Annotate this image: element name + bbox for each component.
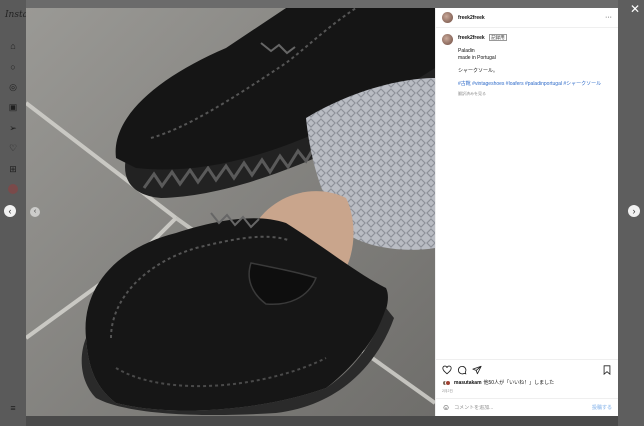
post-username[interactable]: freek2freek: [458, 15, 485, 21]
post-actions: [436, 359, 618, 379]
comment-input[interactable]: [454, 404, 592, 411]
translate-link[interactable]: 翻訳済みを見る: [458, 90, 601, 97]
explore-icon[interactable]: ◎: [8, 82, 18, 92]
emoji-icon[interactable]: ☺: [442, 403, 450, 412]
profile-avatar[interactable]: [8, 184, 18, 194]
menu-icon[interactable]: ≡: [8, 403, 18, 413]
likes-username[interactable]: masutakam: [454, 380, 482, 386]
reels-icon[interactable]: ▣: [8, 102, 18, 112]
shoe-photo-image: [26, 8, 435, 416]
caption: freek2freek 記録用 Paladin made in Portugal…: [436, 28, 618, 97]
post-comment-button[interactable]: 投稿する: [592, 404, 612, 411]
post-photo: ‹: [26, 8, 435, 416]
heart-icon[interactable]: ♡: [8, 143, 18, 153]
bookmark-icon[interactable]: [602, 364, 612, 375]
post-header: freek2freek ···: [436, 8, 618, 28]
photo-previous-button[interactable]: ‹: [30, 207, 40, 217]
post-modal: ‹ freek2freek ··· freek2freek 記録用 Paladi…: [26, 8, 618, 416]
messages-icon[interactable]: ➢: [8, 123, 18, 133]
caption-line-2: made in Portugal: [458, 55, 496, 61]
edited-badge: 記録用: [489, 34, 507, 41]
create-icon[interactable]: ⊞: [8, 164, 18, 174]
search-icon[interactable]: ○: [8, 62, 18, 72]
caption-avatar[interactable]: [442, 34, 453, 45]
background-thumbnails: [26, 416, 618, 426]
avatar[interactable]: [442, 12, 453, 23]
caption-line-1: Paladin: [458, 48, 475, 54]
caption-japanese: シャークソール。: [458, 68, 499, 74]
previous-post-button[interactable]: ‹: [4, 205, 16, 217]
home-icon[interactable]: ⌂: [8, 41, 18, 51]
caption-body: freek2freek 記録用 Paladin made in Portugal…: [458, 34, 601, 97]
comment-icon[interactable]: [457, 365, 467, 375]
close-icon[interactable]: ✕: [630, 2, 640, 16]
like-heart-icon[interactable]: [442, 365, 452, 375]
share-icon[interactable]: [472, 365, 482, 375]
comment-bar: ☺ 投稿する: [436, 398, 618, 416]
post-date[interactable]: 2月2日: [442, 389, 453, 394]
likes-count-text[interactable]: 他50人が「いいね！」しました: [484, 379, 555, 386]
liker-avatar: [445, 379, 451, 386]
more-options-icon[interactable]: ···: [605, 14, 612, 21]
likes-summary: masutakam 他50人が「いいね！」しました: [442, 379, 554, 386]
hashtags-link[interactable]: #古靴 #vintageshoes #loafers #paladinportu…: [458, 81, 601, 88]
post-details-panel: freek2freek ··· freek2freek 記録用 Paladin …: [435, 8, 618, 416]
next-post-button[interactable]: ›: [628, 205, 640, 217]
instagram-logo: Insta: [5, 10, 28, 20]
caption-username[interactable]: freek2freek: [458, 35, 485, 41]
